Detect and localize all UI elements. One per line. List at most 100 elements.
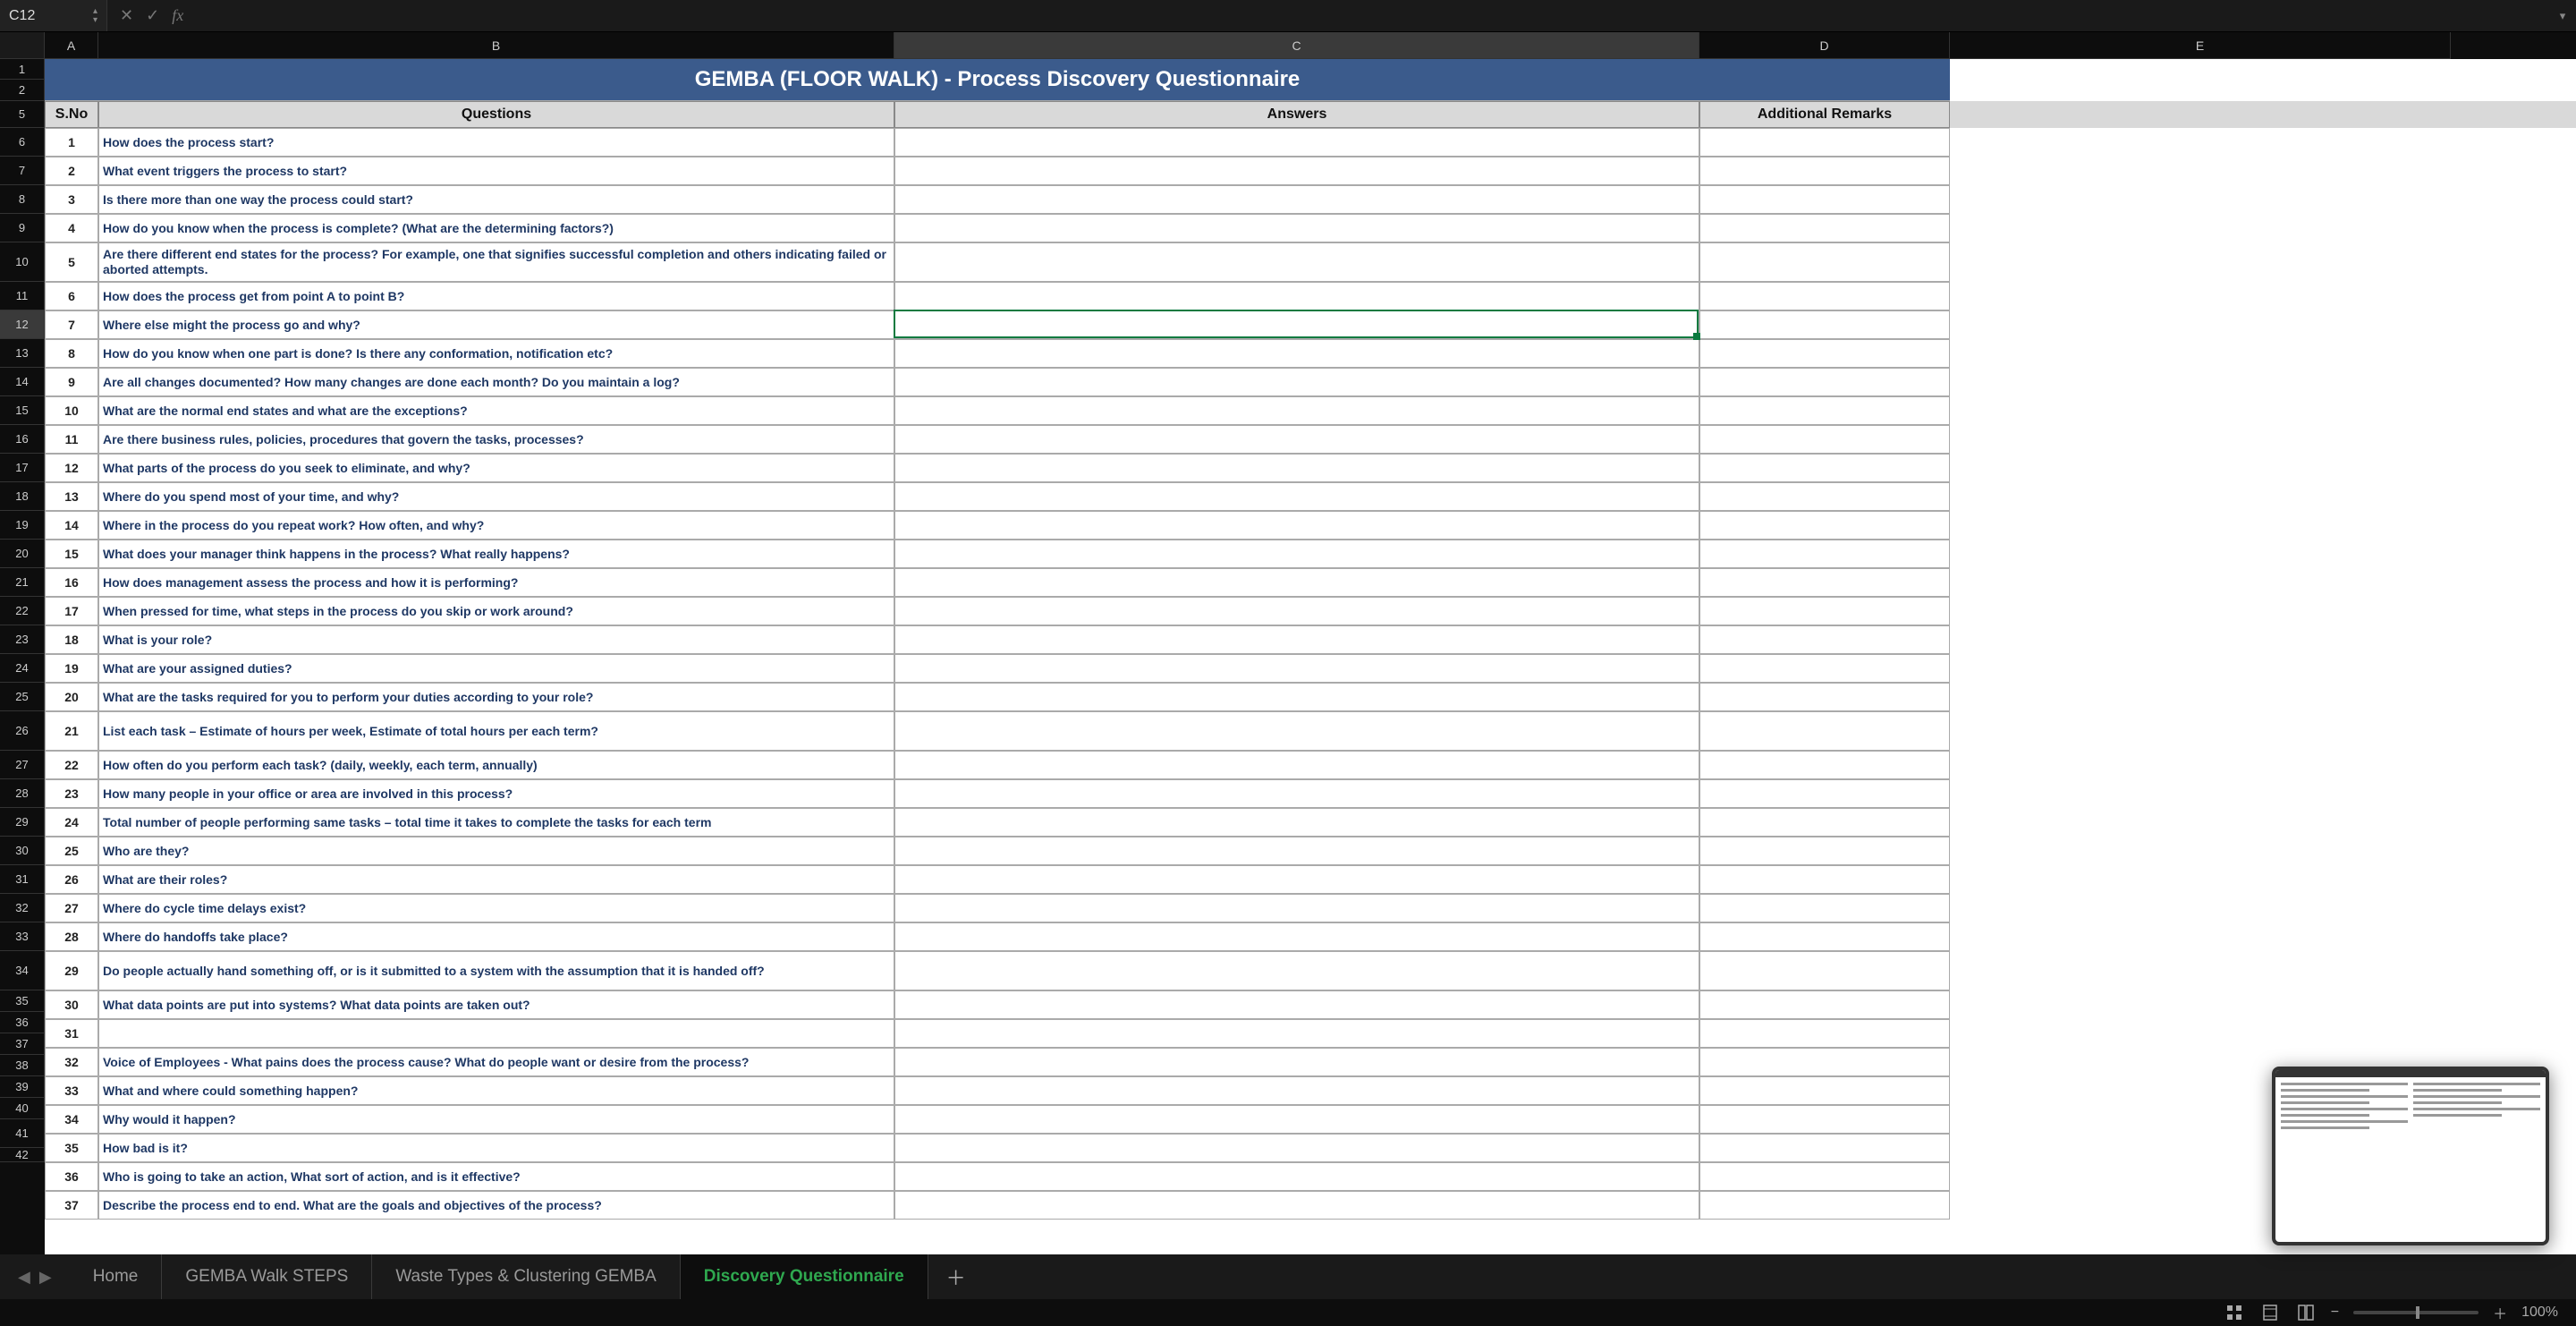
cell-answer[interactable] — [894, 779, 1699, 808]
cell-question[interactable]: How do you know when the process is comp… — [98, 214, 894, 242]
sheet-nav-prev-icon[interactable]: ◀ — [18, 1268, 30, 1287]
column-header-d[interactable]: D — [1699, 32, 1950, 59]
cell-remark[interactable] — [1699, 568, 1950, 597]
cell-sno[interactable]: 34 — [45, 1105, 98, 1134]
row-header-9[interactable]: 9 — [0, 214, 45, 242]
cell-answer[interactable] — [894, 1191, 1699, 1220]
cell-remark[interactable] — [1699, 282, 1950, 310]
cell-answer[interactable] — [894, 1134, 1699, 1162]
cell-answer[interactable] — [894, 511, 1699, 540]
cell-remark[interactable] — [1699, 214, 1950, 242]
sheet-tab[interactable]: Waste Types & Clustering GEMBA — [372, 1254, 680, 1299]
cell-sno[interactable]: 6 — [45, 282, 98, 310]
cell-remark[interactable] — [1699, 482, 1950, 511]
cell-remark[interactable] — [1699, 951, 1950, 990]
cell-answer[interactable] — [894, 654, 1699, 683]
cell-remark[interactable] — [1699, 990, 1950, 1019]
cell-answer[interactable] — [894, 482, 1699, 511]
cell-question[interactable]: What parts of the process do you seek to… — [98, 454, 894, 482]
cell-remark[interactable] — [1699, 1162, 1950, 1191]
column-header-b[interactable]: B — [98, 32, 894, 59]
cell-remark[interactable] — [1699, 711, 1950, 751]
cell-answer[interactable] — [894, 396, 1699, 425]
cell-remark[interactable] — [1699, 157, 1950, 185]
zoom-level[interactable]: 100% — [2521, 1305, 2558, 1321]
cell-question[interactable]: Who are they? — [98, 837, 894, 865]
cell-sno[interactable]: 8 — [45, 339, 98, 368]
header-answers[interactable]: Answers — [894, 101, 1699, 128]
confirm-icon[interactable]: ✓ — [146, 6, 159, 25]
cell-sno[interactable]: 12 — [45, 454, 98, 482]
zoom-out-button[interactable]: − — [2331, 1305, 2339, 1321]
cell-answer[interactable] — [894, 1162, 1699, 1191]
cell-sno[interactable]: 16 — [45, 568, 98, 597]
cell-sno[interactable]: 10 — [45, 396, 98, 425]
row-header-10[interactable]: 10 — [0, 242, 45, 282]
cell-question[interactable]: Voice of Employees - What pains does the… — [98, 1048, 894, 1076]
row-header-6[interactable]: 6 — [0, 128, 45, 157]
cell-answer[interactable] — [894, 425, 1699, 454]
cell-sno[interactable]: 21 — [45, 711, 98, 751]
sheet-tab[interactable]: Home — [70, 1254, 163, 1299]
cell-question[interactable]: Describe the process end to end. What ar… — [98, 1191, 894, 1220]
cell-answer[interactable] — [894, 568, 1699, 597]
cell-remark[interactable] — [1699, 242, 1950, 282]
row-header-18[interactable]: 18 — [0, 482, 45, 511]
row-header-23[interactable]: 23 — [0, 625, 45, 654]
namebox-stepper-icon[interactable]: ▴▾ — [93, 7, 97, 25]
cell-question[interactable]: What are their roles? — [98, 865, 894, 894]
cell-answer[interactable] — [894, 1105, 1699, 1134]
cell-answer[interactable] — [894, 922, 1699, 951]
row-header-24[interactable]: 24 — [0, 654, 45, 683]
row-header-21[interactable]: 21 — [0, 568, 45, 597]
row-header-12[interactable]: 12 — [0, 310, 45, 339]
row-header-7[interactable]: 7 — [0, 157, 45, 185]
cell-sno[interactable]: 29 — [45, 951, 98, 990]
row-header-38[interactable]: 38 — [0, 1055, 45, 1076]
cell-question[interactable]: Where in the process do you repeat work?… — [98, 511, 894, 540]
cell-sno[interactable]: 26 — [45, 865, 98, 894]
cell-question[interactable]: Is there more than one way the process c… — [98, 185, 894, 214]
cell-answer[interactable] — [894, 282, 1699, 310]
cell-answer[interactable] — [894, 157, 1699, 185]
row-header-28[interactable]: 28 — [0, 779, 45, 808]
cell-remark[interactable] — [1699, 310, 1950, 339]
cell-question[interactable] — [98, 1019, 894, 1048]
cell-answer[interactable] — [894, 242, 1699, 282]
cell-question[interactable]: When pressed for time, what steps in the… — [98, 597, 894, 625]
row-header-11[interactable]: 11 — [0, 282, 45, 310]
cell-remark[interactable] — [1699, 185, 1950, 214]
row-header-17[interactable]: 17 — [0, 454, 45, 482]
cell-sno[interactable]: 23 — [45, 779, 98, 808]
cell-sno[interactable]: 7 — [45, 310, 98, 339]
row-header-29[interactable]: 29 — [0, 808, 45, 837]
cell-answer[interactable] — [894, 128, 1699, 157]
cell-answer[interactable] — [894, 1048, 1699, 1076]
cell-answer[interactable] — [894, 625, 1699, 654]
row-header-8[interactable]: 8 — [0, 185, 45, 214]
row-header-35[interactable]: 35 — [0, 990, 45, 1012]
cell-sno[interactable]: 36 — [45, 1162, 98, 1191]
cell-question[interactable]: Are there business rules, policies, proc… — [98, 425, 894, 454]
cell-question[interactable]: What and where could something happen? — [98, 1076, 894, 1105]
row-header-41[interactable]: 41 — [0, 1119, 45, 1148]
cell-sno[interactable]: 15 — [45, 540, 98, 568]
cell-question[interactable]: What are the tasks required for you to p… — [98, 683, 894, 711]
row-header-22[interactable]: 22 — [0, 597, 45, 625]
cell-remark[interactable] — [1699, 1048, 1950, 1076]
cell-remark[interactable] — [1699, 808, 1950, 837]
cell-sno[interactable]: 14 — [45, 511, 98, 540]
cell-sno[interactable]: 2 — [45, 157, 98, 185]
header-questions[interactable]: Questions — [98, 101, 894, 128]
cell-sno[interactable]: 28 — [45, 922, 98, 951]
cell-sno[interactable]: 32 — [45, 1048, 98, 1076]
cell-remark[interactable] — [1699, 1134, 1950, 1162]
cell-remark[interactable] — [1699, 1105, 1950, 1134]
cell-remark[interactable] — [1699, 425, 1950, 454]
cell-remark[interactable] — [1699, 368, 1950, 396]
cell-remark[interactable] — [1699, 511, 1950, 540]
cell-remark[interactable] — [1699, 128, 1950, 157]
cell-question[interactable]: Where else might the process go and why? — [98, 310, 894, 339]
cell-question[interactable]: What are your assigned duties? — [98, 654, 894, 683]
row-header-39[interactable]: 39 — [0, 1076, 45, 1098]
